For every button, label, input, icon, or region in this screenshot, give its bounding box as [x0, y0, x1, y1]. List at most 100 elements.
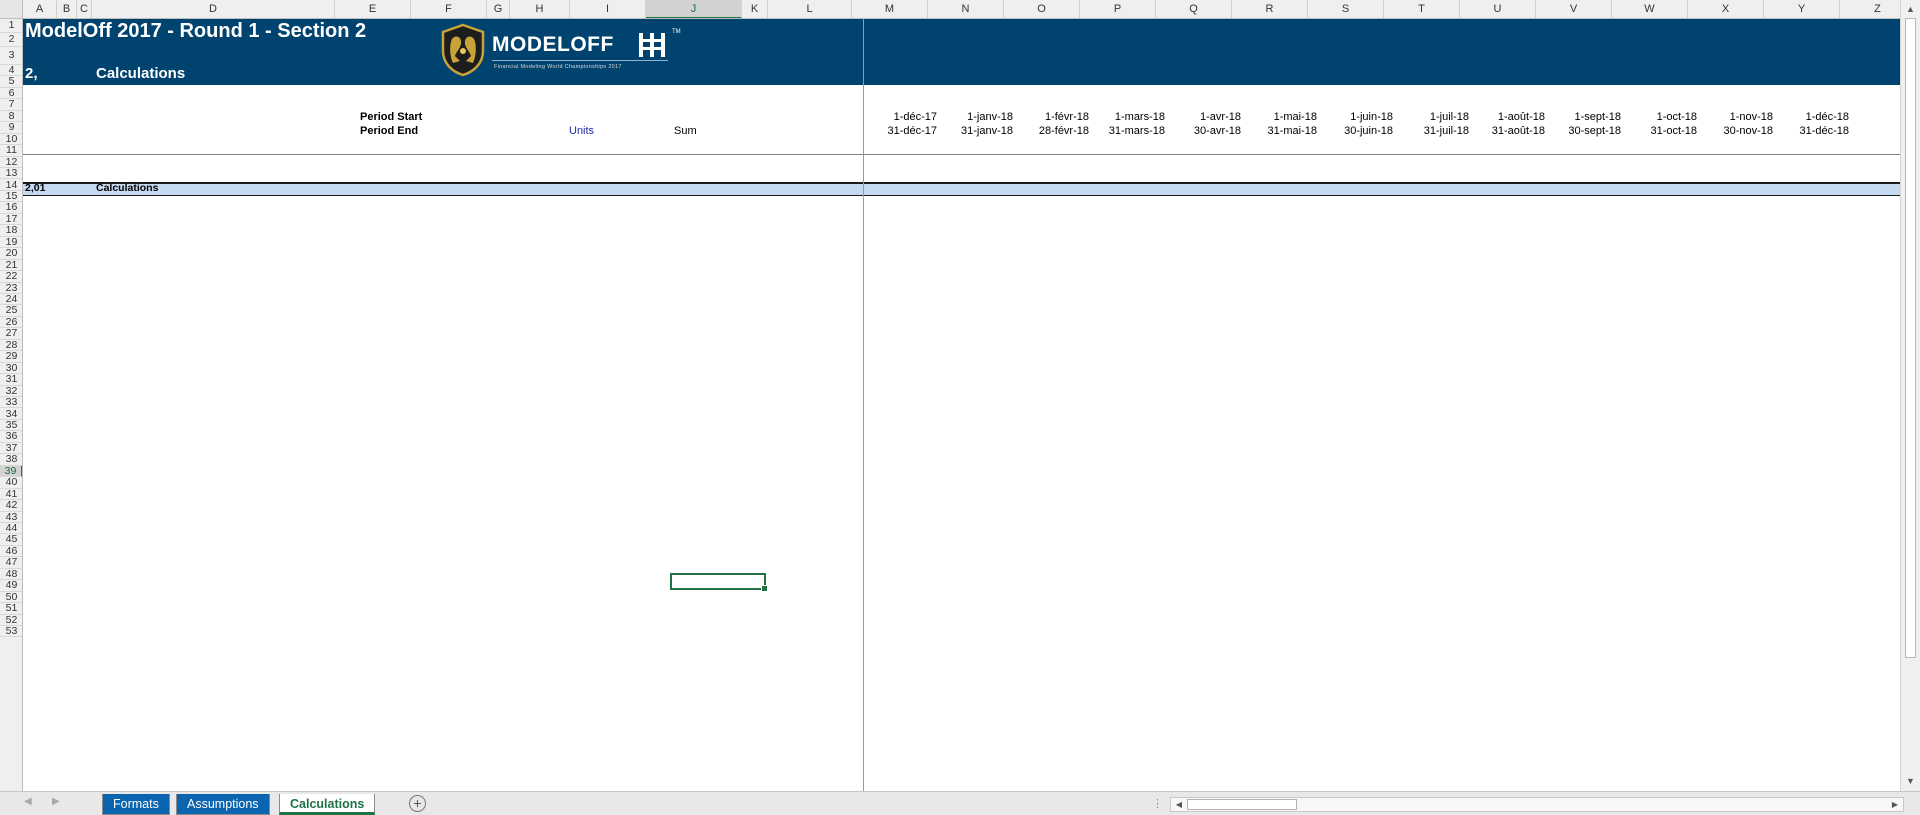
- section-number[interactable]: 2,: [25, 65, 38, 82]
- column-header-G[interactable]: G: [487, 0, 510, 18]
- column-header-Z[interactable]: Z: [1840, 0, 1900, 18]
- period-start-cell[interactable]: 1-oct-18: [1623, 111, 1697, 123]
- period-start-cell[interactable]: 1-juin-18: [1319, 111, 1393, 123]
- period-end-cell[interactable]: 30-avr-18: [1167, 125, 1241, 137]
- period-start-cell[interactable]: 1-nov-18: [1699, 111, 1773, 123]
- column-header-P[interactable]: P: [1080, 0, 1156, 18]
- row-header-1[interactable]: 1: [0, 19, 22, 33]
- row-header-49[interactable]: 49: [0, 580, 22, 592]
- column-header-N[interactable]: N: [928, 0, 1004, 18]
- row-header-31[interactable]: 31: [0, 374, 22, 386]
- period-end-cell[interactable]: 31-mars-18: [1091, 125, 1165, 137]
- vertical-scroll-thumb[interactable]: [1905, 18, 1916, 658]
- period-end-cell[interactable]: 31-déc-18: [1775, 125, 1849, 137]
- row-header-9[interactable]: 9: [0, 122, 22, 134]
- period-end-cell[interactable]: 31-mai-18: [1243, 125, 1317, 137]
- column-header-A[interactable]: A: [23, 0, 57, 18]
- column-header-X[interactable]: X: [1688, 0, 1764, 18]
- subsection-name[interactable]: Calculations: [96, 182, 158, 194]
- sheet-tab-bar: ◀ ▶ Formats Assumptions Calculations + ⋮…: [0, 791, 1920, 815]
- scroll-down-icon[interactable]: ▼: [1903, 774, 1918, 789]
- row-header-11[interactable]: 11: [0, 145, 22, 157]
- row-header-40[interactable]: 40: [0, 477, 22, 489]
- period-start-cell[interactable]: 1-août-18: [1471, 111, 1545, 123]
- row-header-22[interactable]: 22: [0, 271, 22, 283]
- period-start-cell[interactable]: 1-avr-18: [1167, 111, 1241, 123]
- period-start-label[interactable]: Period Start: [360, 111, 422, 123]
- row-header-3[interactable]: 3: [0, 47, 22, 65]
- period-end-cell[interactable]: 28-févr-18: [1015, 125, 1089, 137]
- section-name[interactable]: Calculations: [96, 65, 185, 82]
- scroll-up-icon[interactable]: ▲: [1903, 2, 1918, 17]
- period-end-cell[interactable]: 30-juin-18: [1319, 125, 1393, 137]
- period-start-cell[interactable]: 1-janv-18: [939, 111, 1013, 123]
- column-header-V[interactable]: V: [1536, 0, 1612, 18]
- select-all-corner[interactable]: [0, 0, 23, 19]
- tab-formats[interactable]: Formats: [102, 794, 170, 815]
- logo-trademark: TM: [672, 29, 681, 35]
- period-start-cell[interactable]: 1-mars-18: [1091, 111, 1165, 123]
- horizontal-scrollbar[interactable]: ◀ ▶: [1170, 797, 1904, 812]
- period-end-cell[interactable]: 31-janv-18: [939, 125, 1013, 137]
- column-header-K[interactable]: K: [742, 0, 768, 18]
- vertical-scrollbar[interactable]: ▲ ▼: [1900, 0, 1920, 791]
- period-end-cell[interactable]: 30-nov-18: [1699, 125, 1773, 137]
- column-header-C[interactable]: C: [77, 0, 92, 18]
- column-header-I[interactable]: I: [570, 0, 646, 18]
- column-header-H[interactable]: H: [510, 0, 570, 18]
- period-end-cell[interactable]: 31-déc-17: [863, 125, 937, 137]
- horizontal-scroll-thumb[interactable]: [1187, 799, 1297, 810]
- column-header-U[interactable]: U: [1460, 0, 1536, 18]
- period-start-cell[interactable]: 1-févr-18: [1015, 111, 1089, 123]
- tab-calculations[interactable]: Calculations: [279, 794, 376, 815]
- period-start-cell[interactable]: 1-sept-18: [1547, 111, 1621, 123]
- period-start-cell[interactable]: 1-ja: [1851, 111, 1900, 123]
- row-header-2[interactable]: 2: [0, 33, 22, 47]
- column-header-S[interactable]: S: [1308, 0, 1384, 18]
- column-header-Y[interactable]: Y: [1764, 0, 1840, 18]
- period-end-label[interactable]: Period End: [360, 125, 418, 137]
- column-header-R[interactable]: R: [1232, 0, 1308, 18]
- row-header-13[interactable]: 13: [0, 168, 22, 180]
- row-header-42[interactable]: 42: [0, 500, 22, 512]
- column-header-Q[interactable]: Q: [1156, 0, 1232, 18]
- column-header-O[interactable]: O: [1004, 0, 1080, 18]
- period-end-cell[interactable]: 30-sept-18: [1547, 125, 1621, 137]
- logo-rule: [492, 60, 668, 61]
- active-cell-J39[interactable]: [670, 573, 768, 592]
- sheet-title[interactable]: ModelOff 2017 - Round 1 - Section 2: [25, 20, 366, 43]
- scroll-left-icon[interactable]: ◀: [1172, 798, 1186, 811]
- period-end-cell[interactable]: 31-août-18: [1471, 125, 1545, 137]
- column-header-D[interactable]: D: [92, 0, 335, 18]
- scroll-right-icon[interactable]: ▶: [1888, 798, 1902, 811]
- row-header-29[interactable]: 29: [0, 351, 22, 363]
- subsection-number[interactable]: 2,01: [25, 182, 45, 194]
- period-end-cell[interactable]: 31-oct-18: [1623, 125, 1697, 137]
- column-header-W[interactable]: W: [1612, 0, 1688, 18]
- chevron-left-icon[interactable]: ◀: [24, 796, 32, 807]
- units-label[interactable]: Units: [569, 125, 594, 137]
- column-header-T[interactable]: T: [1384, 0, 1460, 18]
- column-header-B[interactable]: B: [57, 0, 77, 18]
- row-header-53[interactable]: 53: [0, 626, 22, 638]
- period-start-cell[interactable]: 1-juil-18: [1395, 111, 1469, 123]
- period-end-cell[interactable]: 31-juil-18: [1395, 125, 1469, 137]
- column-header-J[interactable]: J: [646, 0, 742, 18]
- row-header-33[interactable]: 33: [0, 397, 22, 409]
- row-header-20[interactable]: 20: [0, 248, 22, 260]
- tab-assumptions[interactable]: Assumptions: [176, 794, 270, 815]
- period-start-cell[interactable]: 1-déc-17: [863, 111, 937, 123]
- period-end-cell[interactable]: 31-ja: [1851, 125, 1900, 137]
- column-header-E[interactable]: E: [335, 0, 411, 18]
- sheet-grid[interactable]: ModelOff 2017 - Round 1 - Section 2 2, C…: [23, 19, 1900, 791]
- tab-split-handle[interactable]: ⋮: [1152, 797, 1163, 810]
- column-header-L[interactable]: L: [768, 0, 852, 18]
- period-start-cell[interactable]: 1-mai-18: [1243, 111, 1317, 123]
- row-header-51[interactable]: 51: [0, 603, 22, 615]
- column-header-F[interactable]: F: [411, 0, 487, 18]
- sum-label[interactable]: Sum: [674, 125, 697, 137]
- chevron-right-icon[interactable]: ▶: [52, 796, 60, 807]
- column-header-M[interactable]: M: [852, 0, 928, 18]
- add-sheet-icon[interactable]: +: [409, 795, 426, 812]
- period-start-cell[interactable]: 1-déc-18: [1775, 111, 1849, 123]
